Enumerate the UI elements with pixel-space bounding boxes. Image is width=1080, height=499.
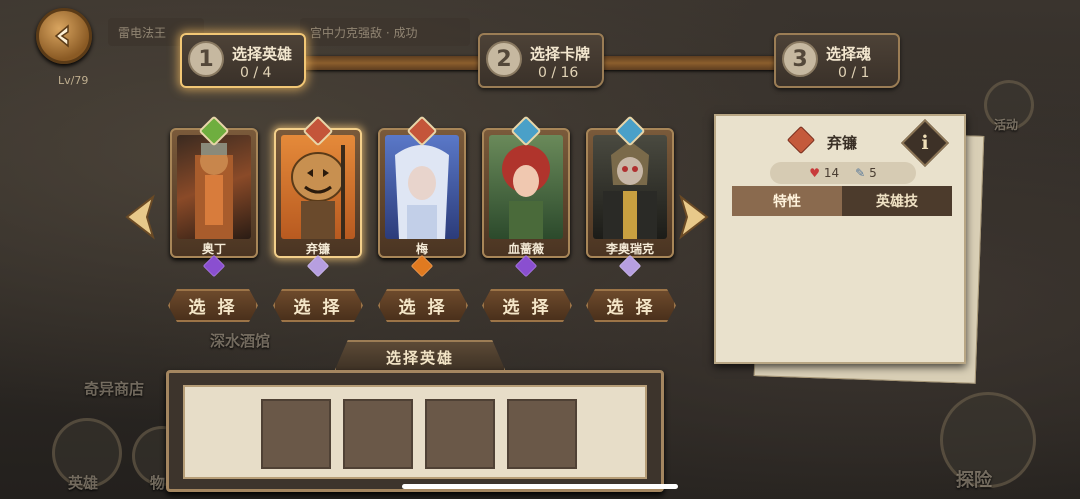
selected-heroes-area [183,385,647,479]
hero-slot[interactable] [343,399,413,469]
card-frame: 李奥瑞克 [586,128,674,258]
card-frame: 血蔷薇 [482,128,570,258]
next-page-button[interactable] [676,192,712,242]
cost-stat: ✎ 5 [855,166,877,180]
selected-heroes-panel [166,370,664,492]
bg-tavern-label: 深水酒馆 [210,332,271,350]
step-count: 0 / 4 [240,65,272,81]
arrow-right-icon [679,194,709,240]
bg-explore-label: 探险 [956,470,992,491]
prev-page-button[interactable] [122,192,158,242]
hero-portrait [593,135,667,239]
hero-slot[interactable] [261,399,331,469]
hero-card-leoric[interactable]: 李奥瑞克 [586,115,674,278]
hero-card-odin[interactable]: 奥丁 [170,115,258,278]
step-number: 2 [486,41,522,77]
step-number: 1 [188,41,224,77]
select-hero-button[interactable]: 选 择 [586,289,676,322]
card-frame: 梅 [378,128,466,258]
bg-event-label: 活动 [994,118,1019,132]
bg-item-label: 物 [150,474,166,492]
bg-top-item: 宫中力克强敌 · 成功 [300,18,470,46]
hero-portrait [281,135,355,239]
step-count: 0 / 1 [838,65,870,81]
select-hero-button[interactable]: 选 择 [168,289,258,322]
select-hero-button[interactable]: 选 择 [273,289,363,322]
home-indicator[interactable] [402,484,678,489]
health-stat: ♥ 14 [809,166,839,180]
hero-portrait [385,135,459,239]
card-frame: 弃镰 [274,128,362,258]
back-button[interactable] [36,8,92,64]
back-arrow-icon [54,24,69,48]
hero-card-scythe[interactable]: 弃镰 [274,115,362,278]
step-select-hero[interactable]: 1 选择英雄 0 / 4 [180,33,306,88]
step-select-cards[interactable]: 2 选择卡牌 0 / 16 [478,33,604,88]
hero-card-mei[interactable]: 梅 [378,115,466,278]
step-select-soul[interactable]: 3 选择魂 0 / 1 [774,33,900,88]
bg-shop-label: 奇异商店 [84,380,145,398]
step-title: 选择英雄 [232,45,293,63]
cost-value: 5 [869,166,877,180]
tab-hero-skill[interactable]: 英雄技 [842,186,952,216]
scroll-icon: ✎ [855,166,866,180]
detail-tabs: 特性 英雄技 [732,186,952,216]
select-hero-button[interactable]: 选 择 [378,289,468,322]
step-number: 3 [782,41,818,77]
card-frame: 奥丁 [170,128,258,258]
step-title: 选择卡牌 [530,45,591,63]
step-title: 选择魂 [826,45,872,63]
hero-portrait [177,135,251,239]
hero-portrait [489,135,563,239]
select-hero-button[interactable]: 选 择 [482,289,572,322]
player-level: Lv/79 [58,74,89,87]
selected-heroes-title: 选择英雄 [334,340,506,372]
hero-slot[interactable] [507,399,577,469]
info-icon[interactable]: i [908,126,942,160]
health-value: 14 [823,166,840,180]
hero-stats: ♥ 14 ✎ 5 [770,162,916,184]
hero-slot[interactable] [425,399,495,469]
bg-hero-label: 英雄 [68,474,99,492]
tab-traits[interactable]: 特性 [732,186,842,216]
hero-card-blood-rose[interactable]: 血蔷薇 [482,115,570,278]
arrow-left-icon [125,194,155,240]
hero-detail-panel: 弃镰 i ♥ 14 ✎ 5 特性 英雄技 [714,114,966,364]
heart-icon: ♥ [809,166,821,180]
step-count: 0 / 16 [538,65,579,81]
